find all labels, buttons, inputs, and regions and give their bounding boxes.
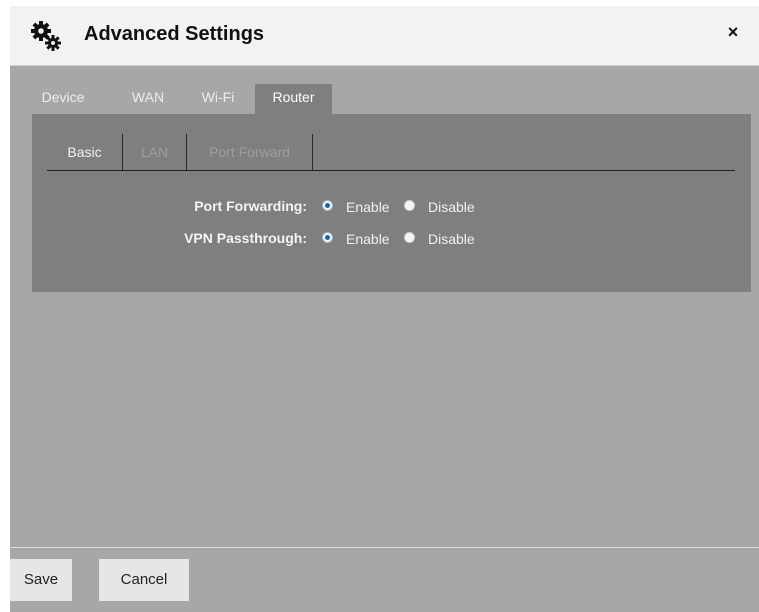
subtab-basic[interactable]: Basic [47,134,123,170]
tab-wan[interactable]: WAN [128,84,168,114]
advanced-settings-dialog: Advanced Settings × Device WAN Wi-Fi Rou… [10,6,759,612]
vpn-passthrough-disable-label[interactable]: Disable [428,231,475,247]
port-forwarding-disable-label[interactable]: Disable [428,199,475,215]
tab-router[interactable]: Router [255,84,332,114]
cancel-button[interactable]: Cancel [99,559,189,601]
port-forwarding-label: Port Forwarding: [194,198,307,214]
gears-icon [31,21,61,51]
vpn-passthrough-enable-radio[interactable] [322,232,333,243]
vpn-passthrough-enable-label[interactable]: Enable [346,231,390,247]
port-forwarding-enable-radio[interactable] [322,200,333,211]
vpn-passthrough-disable-radio[interactable] [404,232,415,243]
router-tab-panel: Basic LAN Port Forward Port Forwarding: … [32,114,751,292]
vpn-passthrough-label: VPN Passthrough: [184,230,307,246]
tab-wifi[interactable]: Wi-Fi [198,84,238,114]
port-forwarding-disable-radio[interactable] [404,200,415,211]
tab-device[interactable]: Device [38,84,88,114]
subtab-lan[interactable]: LAN [123,134,187,170]
subtab-port-forward[interactable]: Port Forward [187,134,313,170]
dialog-title: Advanced Settings [84,23,265,45]
footer-divider [10,547,759,548]
close-button[interactable]: × [723,22,743,42]
vpn-passthrough-row: VPN Passthrough: Enable Disable [32,230,751,252]
port-forwarding-row: Port Forwarding: Enable Disable [32,198,751,220]
close-icon: × [727,22,739,42]
save-button[interactable]: Save [10,559,72,601]
port-forwarding-enable-label[interactable]: Enable [346,199,390,215]
dialog-titlebar: Advanced Settings × [10,6,759,66]
router-subtabs: Basic LAN Port Forward [47,134,735,171]
